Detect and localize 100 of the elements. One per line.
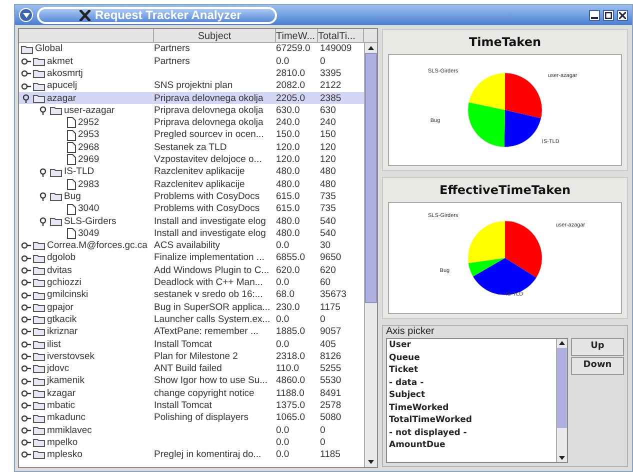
tree-row[interactable]: IS-TLD Razclenitev aplikacije 480.0 480 — [19, 166, 364, 178]
tree-row[interactable]: ilist Install Tomcat 0.0 405 — [19, 338, 364, 350]
subject-cell: Problems with CosyDocs — [154, 203, 260, 214]
scroll-down-icon[interactable] — [557, 453, 567, 462]
tree-node-label: dgolob — [47, 253, 76, 263]
tree-row[interactable]: 2952 Priprava delovnega okolja 240.0 240 — [19, 116, 364, 130]
collapsed-handle-icon[interactable] — [21, 414, 31, 423]
axis-list-item[interactable]: User — [389, 339, 556, 352]
collapsed-handle-icon[interactable] — [21, 266, 31, 275]
collapsed-handle-icon[interactable] — [21, 254, 31, 263]
tree-row[interactable]: Global Partners 67259.0 149009 — [19, 43, 364, 56]
scrollbar-thumb[interactable] — [365, 53, 377, 303]
time-worked-cell: 0.0 — [276, 240, 290, 252]
axis-list-item[interactable]: AmountDue — [389, 439, 556, 452]
tree-row[interactable]: dgolob Finalize implementation ... 6855.0 9650 — [19, 252, 364, 264]
tree-row[interactable]: apucelj SNS projektni plan 2082.0 2122 — [19, 80, 364, 92]
tree-row[interactable]: gpajor Bug in SuperSOR applica... 230.0 1175 — [19, 301, 364, 314]
collapsed-handle-icon[interactable] — [21, 315, 31, 324]
axis-move-button[interactable]: Up — [571, 338, 624, 356]
axis-list-item[interactable]: TotalTimeWorked — [389, 414, 556, 426]
total-time-cell: 540 — [320, 228, 336, 239]
maximize-button[interactable] — [603, 10, 614, 20]
tree-row[interactable]: jdovc ANT Build failed 110.0 5255 — [19, 362, 364, 376]
tree-row[interactable]: mplesko Preglej in komentiraj do... 0.0 1185 — [19, 448, 364, 462]
collapsed-handle-icon[interactable] — [21, 69, 31, 78]
tree-row[interactable]: 2968 Sestanek za TLD 120.0 120 — [19, 141, 364, 154]
collapsed-handle-icon[interactable] — [21, 364, 31, 374]
tree-row[interactable]: Correa.M@forces.gc.ca ACS availability 0.0 30 — [19, 240, 364, 252]
tree-node-label: gmilcinski — [47, 290, 88, 300]
tree-row[interactable]: kzagar change copyright notice 1188.0 8491 — [19, 387, 364, 400]
tree-row[interactable]: ikriznar ATextPane: remember ... 1885.0 9057 — [19, 326, 364, 338]
scrollbar-thumb[interactable] — [557, 348, 567, 428]
tree-row[interactable]: gchiozzi Deadlock with C++ Man... 0.0 60 — [19, 276, 364, 289]
axis-list-item[interactable]: Queue — [389, 352, 556, 364]
close-button[interactable] — [617, 10, 628, 20]
minimize-button[interactable] — [589, 10, 600, 20]
collapsed-handle-icon[interactable] — [21, 302, 31, 312]
tree-row[interactable]: mpelko 0.0 0 — [19, 436, 364, 449]
tree-row[interactable]: akosmrtj 2810.0 3395 — [19, 68, 364, 80]
tree-row[interactable]: azagar Priprava delovnega okolja 2205.0 2385 — [19, 92, 364, 104]
time-worked-cell: 2205.0 — [276, 92, 306, 104]
collapsed-handle-icon[interactable] — [21, 426, 31, 435]
file-icon — [67, 130, 76, 141]
folder-icon — [33, 401, 45, 410]
tree-row[interactable]: Bug Problems with CosyDocs 615.0 735 — [19, 190, 364, 203]
collapsed-handle-icon[interactable] — [21, 241, 31, 250]
column-header[interactable]: Subject — [154, 29, 276, 43]
collapsed-handle-icon[interactable] — [21, 450, 31, 460]
collapsed-handle-icon[interactable] — [21, 352, 31, 362]
tree-row[interactable]: mkadunc Polishing of displayers 1065.0 5080 — [19, 412, 364, 424]
collapsed-handle-icon[interactable] — [21, 327, 31, 336]
axis-move-button[interactable]: Down — [571, 357, 624, 375]
tree-row[interactable]: 2983 Razclenitev aplikacije 480.0 480 — [19, 178, 364, 191]
subject-cell: Partners — [154, 43, 190, 54]
tree-row[interactable]: dvitas Add Windows Plugin to C... 620.0 620 — [19, 264, 364, 277]
expanded-handle-icon[interactable] — [38, 216, 48, 226]
folder-icon — [50, 216, 62, 226]
collapsed-handle-icon[interactable] — [21, 340, 31, 349]
collapsed-handle-icon[interactable] — [21, 56, 31, 66]
total-time-cell: 8491 — [320, 388, 342, 399]
caret-icon — [22, 12, 30, 18]
tree-row[interactable]: 3049 Install and investigate elog 480.0 540 — [19, 227, 364, 240]
collapsed-handle-icon[interactable] — [21, 388, 31, 398]
window-menu-button[interactable] — [19, 8, 33, 22]
tree-row[interactable]: 2969 Vzpostavitev delojoce o... 120.0 120 — [19, 154, 364, 166]
collapsed-handle-icon[interactable] — [21, 376, 31, 386]
column-header[interactable]: TotalTi... — [318, 29, 364, 43]
collapsed-handle-icon[interactable] — [21, 438, 31, 448]
column-header[interactable]: TimeW... — [276, 29, 318, 43]
tree-row[interactable]: akmet Partners 0.0 0 — [19, 55, 364, 68]
tree-row[interactable]: 3040 Problems with CosyDocs 615.0 735 — [19, 202, 364, 216]
close-icon — [619, 12, 626, 18]
expanded-handle-icon[interactable] — [21, 94, 31, 103]
axis-list-item[interactable]: Ticket — [389, 364, 556, 376]
axis-list-item[interactable]: Subject — [389, 389, 556, 402]
total-time-cell: 5080 — [320, 412, 342, 424]
tree-row[interactable]: gmilcinski sestanek v sredo ob 16:... 68.0 35673 — [19, 288, 364, 302]
tree-row[interactable]: 2953 Pregled sourcev in ocen... 150.0 150 — [19, 129, 364, 142]
axis-list-item[interactable]: - data - — [389, 376, 556, 389]
tree-row[interactable]: mbatic Install Tomcat 1375.0 2578 — [19, 400, 364, 412]
expanded-handle-icon[interactable] — [38, 106, 48, 116]
expanded-handle-icon[interactable] — [38, 168, 48, 177]
collapsed-handle-icon[interactable] — [21, 290, 31, 300]
tree-row[interactable]: gtkacik Launcher calls System.ex... 0.0 0 — [19, 314, 364, 326]
axis-list-item[interactable]: - not displayed - — [389, 426, 556, 439]
axis-list-item[interactable]: TimeWorked — [389, 402, 556, 414]
collapsed-handle-icon[interactable] — [21, 82, 31, 91]
tree-row[interactable]: SLS-Girders Install and investigate elog 480.0 540 — [19, 215, 364, 228]
scrollbar[interactable] — [364, 43, 377, 467]
time-worked-cell: 480.0 — [276, 178, 300, 190]
expanded-handle-icon[interactable] — [38, 192, 48, 202]
scrollbar[interactable] — [556, 339, 567, 462]
tree-row[interactable]: jkamenik Show Igor how to use Su... 4860.0 5530 — [19, 375, 364, 388]
collapsed-handle-icon[interactable] — [21, 278, 31, 288]
tree-row[interactable]: user-azagar Priprava delovnega okolja 630.0 630 — [19, 104, 364, 117]
tree-row[interactable]: mmiklavec 0.0 0 — [19, 424, 364, 436]
group-title: Axis picker — [386, 326, 436, 338]
time-worked-cell: 0.0 — [276, 56, 290, 67]
collapsed-handle-icon[interactable] — [21, 401, 31, 410]
tree-row[interactable]: iverstovsek Plan for Milestone 2 2318.0 8126 — [19, 350, 364, 363]
